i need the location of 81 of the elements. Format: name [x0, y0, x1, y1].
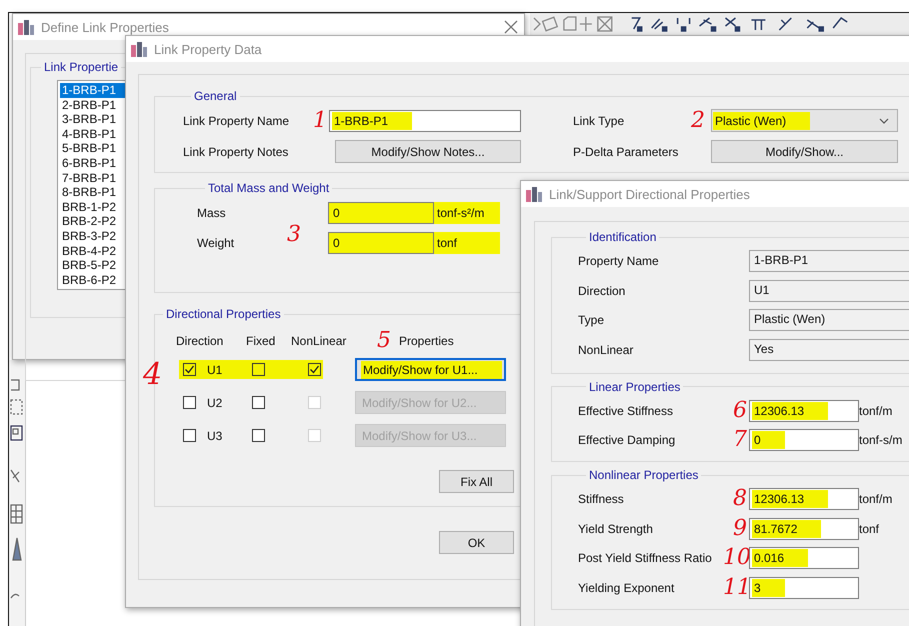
column-header: Direction — [176, 334, 224, 348]
field-label: Direction — [578, 284, 626, 298]
group-label: Nonlinear Properties — [588, 468, 700, 482]
field-label: Yield Strength — [578, 522, 654, 536]
ok-button[interactable]: OK — [439, 531, 514, 554]
input-field[interactable]: 81.7672 — [749, 518, 859, 540]
field-label: Effective Damping — [578, 433, 676, 447]
app-icon — [17, 18, 35, 36]
unit-label: tonf — [859, 522, 880, 536]
unit-label: tonf/m — [859, 404, 894, 418]
field-label: Mass — [197, 206, 227, 220]
modify-button[interactable]: Modify/Show... — [711, 140, 898, 163]
checkbox[interactable] — [308, 363, 321, 376]
input-field[interactable]: 12306.13 — [749, 400, 859, 422]
annotation-number: 7 — [732, 429, 748, 451]
app-icon — [130, 40, 148, 58]
direction-label: U2 — [207, 396, 224, 410]
dropdown[interactable]: Plastic (Wen) — [711, 109, 898, 132]
read-only-field: Yes — [749, 338, 909, 360]
group-label: Identification — [588, 230, 658, 244]
unit-label: tonf/m — [859, 492, 894, 506]
annotation-number: 2 — [691, 110, 706, 132]
field-label: Link Property Name — [183, 114, 290, 128]
annotation-number: 8 — [732, 488, 748, 510]
caret-icon — [879, 118, 889, 124]
field-label: Type — [578, 313, 606, 327]
annotation-number: 1 — [313, 110, 328, 132]
annotation-number: 10 — [723, 547, 749, 569]
annotation-number: 4 — [143, 360, 162, 390]
direction-label: U1 — [207, 362, 224, 376]
read-only-field: U1 — [749, 280, 909, 302]
modify-button[interactable]: Modify/Show for U1... — [355, 358, 506, 381]
field-label: Weight — [197, 236, 236, 250]
column-header: Properties — [399, 334, 454, 348]
field-label: P-Delta Parameters — [573, 144, 680, 158]
checkbox[interactable] — [183, 429, 196, 442]
checkbox[interactable] — [252, 429, 265, 442]
column-header: Fixed — [246, 334, 276, 348]
checkbox[interactable] — [183, 396, 196, 409]
input-field[interactable]: 0 — [328, 202, 434, 224]
field-label: Yielding Exponent — [578, 580, 676, 594]
read-only-field: 1-BRB-P1 — [749, 250, 909, 272]
annotation-number: 5 — [377, 330, 392, 352]
annotation-number: 11 — [723, 576, 749, 598]
field-label: NonLinear — [578, 342, 634, 356]
window-title: Link/Support Directional Properties — [549, 186, 750, 202]
group-label: Total Mass and Weight — [207, 181, 330, 195]
field-label: Post Yield Stiffness Ratio — [578, 551, 713, 565]
annotation-number: 9 — [732, 518, 748, 540]
annotation-number: 3 — [287, 224, 302, 246]
checkbox[interactable] — [252, 396, 265, 409]
field-label: Property Name — [578, 254, 660, 268]
checkbox[interactable] — [183, 363, 196, 376]
read-only-field: Plastic (Wen) — [749, 309, 909, 331]
field-label: Effective Stiffness — [578, 404, 674, 418]
unit-label: tonf — [437, 236, 458, 250]
input-field[interactable]: 1-BRB-P1 — [329, 110, 521, 132]
fix-all-button[interactable]: Fix All — [439, 470, 514, 493]
input-field[interactable]: 0.016 — [749, 547, 859, 569]
field-label: Stiffness — [578, 492, 625, 506]
window-title: Define Link Properties — [41, 20, 169, 34]
annotation-number: 6 — [732, 400, 748, 422]
unit-label: tonf-s/m — [859, 433, 904, 447]
app-icon — [525, 185, 543, 203]
close-icon[interactable] — [504, 20, 518, 34]
direction-label: U3 — [207, 428, 224, 442]
group-label: General — [193, 89, 238, 103]
notes-button[interactable]: Modify/Show Notes... — [335, 140, 521, 163]
group-label: Linear Properties — [588, 380, 682, 394]
field-label: Link Property Notes — [183, 144, 290, 158]
group-label: Link Propertie — [43, 60, 120, 74]
unit-label: tonf-s²/m — [437, 206, 484, 220]
input-field[interactable]: 0 — [749, 429, 859, 451]
window-title: Link Property Data — [154, 42, 262, 56]
field-label: Link Type — [573, 114, 626, 128]
input-field[interactable]: 12306.13 — [749, 488, 859, 510]
input-field[interactable]: 3 — [749, 576, 859, 598]
input-field[interactable]: 0 — [328, 232, 434, 254]
group-label: Directional Properties — [165, 307, 282, 321]
checkbox[interactable] — [252, 363, 265, 376]
column-header: NonLinear — [291, 334, 348, 348]
